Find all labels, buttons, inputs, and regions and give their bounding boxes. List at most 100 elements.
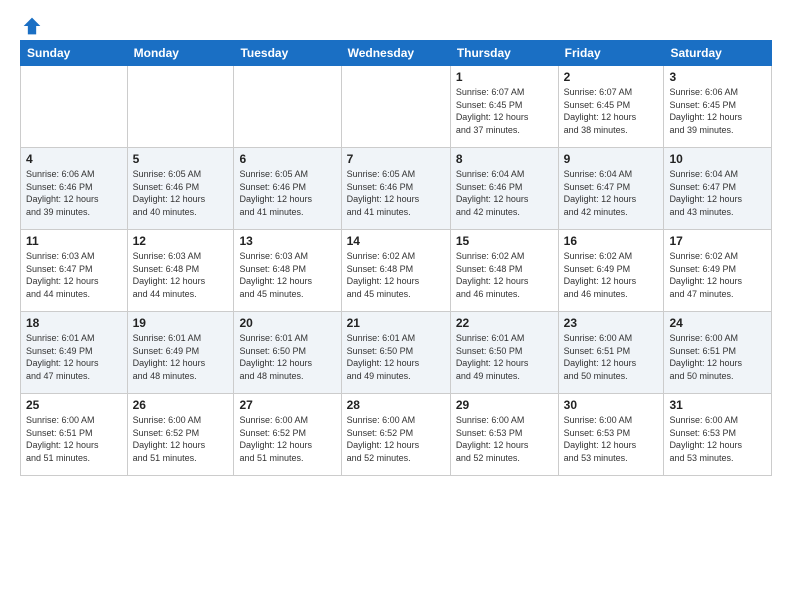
day-number: 29 bbox=[456, 398, 553, 412]
day-number: 25 bbox=[26, 398, 122, 412]
day-number: 21 bbox=[347, 316, 445, 330]
header-wednesday: Wednesday bbox=[341, 41, 450, 66]
calendar-week-2: 4 Sunrise: 6:06 AM Sunset: 6:46 PM Daylig… bbox=[21, 148, 772, 230]
calendar-cell: 14 Sunrise: 6:02 AM Sunset: 6:48 PM Dayli… bbox=[341, 230, 450, 312]
calendar-cell: 23 Sunrise: 6:00 AM Sunset: 6:51 PM Dayli… bbox=[558, 312, 664, 394]
calendar-week-5: 25 Sunrise: 6:00 AM Sunset: 6:51 PM Dayli… bbox=[21, 394, 772, 476]
calendar-cell: 1Sunrise: 6:07 AM Sunset: 6:45 PM Daylig… bbox=[450, 66, 558, 148]
calendar-cell: 27 Sunrise: 6:00 AM Sunset: 6:52 PM Dayli… bbox=[234, 394, 341, 476]
day-number: 13 bbox=[239, 234, 335, 248]
calendar-cell: 2 Sunrise: 6:07 AM Sunset: 6:45 PM Daylig… bbox=[558, 66, 664, 148]
header bbox=[20, 16, 772, 32]
day-number: 30 bbox=[564, 398, 659, 412]
header-thursday: Thursday bbox=[450, 41, 558, 66]
day-info: Sunrise: 6:06 AM Sunset: 6:46 PM Dayligh… bbox=[26, 168, 122, 218]
calendar-cell: 5Sunrise: 6:05 AM Sunset: 6:46 PM Daylig… bbox=[127, 148, 234, 230]
calendar-week-4: 18Sunrise: 6:01 AM Sunset: 6:49 PM Dayli… bbox=[21, 312, 772, 394]
calendar-cell: 21Sunrise: 6:01 AM Sunset: 6:50 PM Dayli… bbox=[341, 312, 450, 394]
day-number: 20 bbox=[239, 316, 335, 330]
calendar-cell: 6Sunrise: 6:05 AM Sunset: 6:46 PM Daylig… bbox=[234, 148, 341, 230]
day-info: Sunrise: 6:04 AM Sunset: 6:46 PM Dayligh… bbox=[456, 168, 553, 218]
calendar-cell: 4 Sunrise: 6:06 AM Sunset: 6:46 PM Daylig… bbox=[21, 148, 128, 230]
calendar-cell bbox=[127, 66, 234, 148]
day-info: Sunrise: 6:02 AM Sunset: 6:49 PM Dayligh… bbox=[669, 250, 766, 300]
calendar-cell: 16Sunrise: 6:02 AM Sunset: 6:49 PM Dayli… bbox=[558, 230, 664, 312]
calendar-cell bbox=[341, 66, 450, 148]
day-number: 9 bbox=[564, 152, 659, 166]
calendar-cell: 30 Sunrise: 6:00 AM Sunset: 6:53 PM Dayli… bbox=[558, 394, 664, 476]
calendar-cell bbox=[21, 66, 128, 148]
day-number: 23 bbox=[564, 316, 659, 330]
day-number: 5 bbox=[133, 152, 229, 166]
calendar-table: Sunday Monday Tuesday Wednesday Thursday… bbox=[20, 40, 772, 476]
calendar-cell: 31 Sunrise: 6:00 AM Sunset: 6:53 PM Dayli… bbox=[664, 394, 772, 476]
calendar-cell: 20 Sunrise: 6:01 AM Sunset: 6:50 PM Dayli… bbox=[234, 312, 341, 394]
calendar-cell: 18Sunrise: 6:01 AM Sunset: 6:49 PM Dayli… bbox=[21, 312, 128, 394]
day-number: 22 bbox=[456, 316, 553, 330]
day-number: 19 bbox=[133, 316, 229, 330]
day-info: Sunrise: 6:00 AM Sunset: 6:52 PM Dayligh… bbox=[133, 414, 229, 464]
page: Sunday Monday Tuesday Wednesday Thursday… bbox=[0, 0, 792, 612]
day-info: Sunrise: 6:07 AM Sunset: 6:45 PM Dayligh… bbox=[564, 86, 659, 136]
header-sunday: Sunday bbox=[21, 41, 128, 66]
day-info: Sunrise: 6:05 AM Sunset: 6:46 PM Dayligh… bbox=[347, 168, 445, 218]
day-number: 31 bbox=[669, 398, 766, 412]
calendar-cell: 22 Sunrise: 6:01 AM Sunset: 6:50 PM Dayli… bbox=[450, 312, 558, 394]
day-number: 3 bbox=[669, 70, 766, 84]
calendar-cell: 13 Sunrise: 6:03 AM Sunset: 6:48 PM Dayli… bbox=[234, 230, 341, 312]
day-number: 17 bbox=[669, 234, 766, 248]
calendar-cell bbox=[234, 66, 341, 148]
day-number: 15 bbox=[456, 234, 553, 248]
day-number: 14 bbox=[347, 234, 445, 248]
day-number: 12 bbox=[133, 234, 229, 248]
calendar-cell: 15 Sunrise: 6:02 AM Sunset: 6:48 PM Dayli… bbox=[450, 230, 558, 312]
day-number: 28 bbox=[347, 398, 445, 412]
calendar-cell: 9 Sunrise: 6:04 AM Sunset: 6:47 PM Daylig… bbox=[558, 148, 664, 230]
calendar-cell: 11Sunrise: 6:03 AM Sunset: 6:47 PM Dayli… bbox=[21, 230, 128, 312]
day-number: 4 bbox=[26, 152, 122, 166]
calendar-week-1: 1Sunrise: 6:07 AM Sunset: 6:45 PM Daylig… bbox=[21, 66, 772, 148]
day-info: Sunrise: 6:02 AM Sunset: 6:48 PM Dayligh… bbox=[456, 250, 553, 300]
calendar-cell: 29 Sunrise: 6:00 AM Sunset: 6:53 PM Dayli… bbox=[450, 394, 558, 476]
calendar-cell: 19 Sunrise: 6:01 AM Sunset: 6:49 PM Dayli… bbox=[127, 312, 234, 394]
day-number: 27 bbox=[239, 398, 335, 412]
day-info: Sunrise: 6:00 AM Sunset: 6:51 PM Dayligh… bbox=[564, 332, 659, 382]
calendar-cell: 25 Sunrise: 6:00 AM Sunset: 6:51 PM Dayli… bbox=[21, 394, 128, 476]
day-number: 8 bbox=[456, 152, 553, 166]
day-info: Sunrise: 6:00 AM Sunset: 6:52 PM Dayligh… bbox=[347, 414, 445, 464]
calendar-week-3: 11Sunrise: 6:03 AM Sunset: 6:47 PM Dayli… bbox=[21, 230, 772, 312]
calendar-cell: 24 Sunrise: 6:00 AM Sunset: 6:51 PM Dayli… bbox=[664, 312, 772, 394]
day-info: Sunrise: 6:04 AM Sunset: 6:47 PM Dayligh… bbox=[564, 168, 659, 218]
logo-icon bbox=[22, 16, 42, 36]
day-info: Sunrise: 6:02 AM Sunset: 6:48 PM Dayligh… bbox=[347, 250, 445, 300]
day-number: 24 bbox=[669, 316, 766, 330]
calendar-cell: 3 Sunrise: 6:06 AM Sunset: 6:45 PM Daylig… bbox=[664, 66, 772, 148]
day-info: Sunrise: 6:01 AM Sunset: 6:49 PM Dayligh… bbox=[133, 332, 229, 382]
day-number: 16 bbox=[564, 234, 659, 248]
day-number: 26 bbox=[133, 398, 229, 412]
day-info: Sunrise: 6:00 AM Sunset: 6:51 PM Dayligh… bbox=[26, 414, 122, 464]
day-number: 7 bbox=[347, 152, 445, 166]
weekday-header-row: Sunday Monday Tuesday Wednesday Thursday… bbox=[21, 41, 772, 66]
day-info: Sunrise: 6:04 AM Sunset: 6:47 PM Dayligh… bbox=[669, 168, 766, 218]
day-info: Sunrise: 6:01 AM Sunset: 6:50 PM Dayligh… bbox=[456, 332, 553, 382]
day-info: Sunrise: 6:00 AM Sunset: 6:51 PM Dayligh… bbox=[669, 332, 766, 382]
day-info: Sunrise: 6:01 AM Sunset: 6:50 PM Dayligh… bbox=[239, 332, 335, 382]
day-number: 2 bbox=[564, 70, 659, 84]
calendar-cell: 28 Sunrise: 6:00 AM Sunset: 6:52 PM Dayli… bbox=[341, 394, 450, 476]
day-info: Sunrise: 6:00 AM Sunset: 6:53 PM Dayligh… bbox=[564, 414, 659, 464]
calendar-cell: 10Sunrise: 6:04 AM Sunset: 6:47 PM Dayli… bbox=[664, 148, 772, 230]
header-saturday: Saturday bbox=[664, 41, 772, 66]
day-info: Sunrise: 6:05 AM Sunset: 6:46 PM Dayligh… bbox=[239, 168, 335, 218]
logo bbox=[20, 16, 42, 32]
header-tuesday: Tuesday bbox=[234, 41, 341, 66]
calendar-cell: 26 Sunrise: 6:00 AM Sunset: 6:52 PM Dayli… bbox=[127, 394, 234, 476]
day-info: Sunrise: 6:00 AM Sunset: 6:53 PM Dayligh… bbox=[669, 414, 766, 464]
day-info: Sunrise: 6:03 AM Sunset: 6:48 PM Dayligh… bbox=[133, 250, 229, 300]
calendar-cell: 7 Sunrise: 6:05 AM Sunset: 6:46 PM Daylig… bbox=[341, 148, 450, 230]
day-info: Sunrise: 6:03 AM Sunset: 6:48 PM Dayligh… bbox=[239, 250, 335, 300]
day-info: Sunrise: 6:06 AM Sunset: 6:45 PM Dayligh… bbox=[669, 86, 766, 136]
calendar-cell: 12 Sunrise: 6:03 AM Sunset: 6:48 PM Dayli… bbox=[127, 230, 234, 312]
day-info: Sunrise: 6:00 AM Sunset: 6:53 PM Dayligh… bbox=[456, 414, 553, 464]
day-info: Sunrise: 6:00 AM Sunset: 6:52 PM Dayligh… bbox=[239, 414, 335, 464]
